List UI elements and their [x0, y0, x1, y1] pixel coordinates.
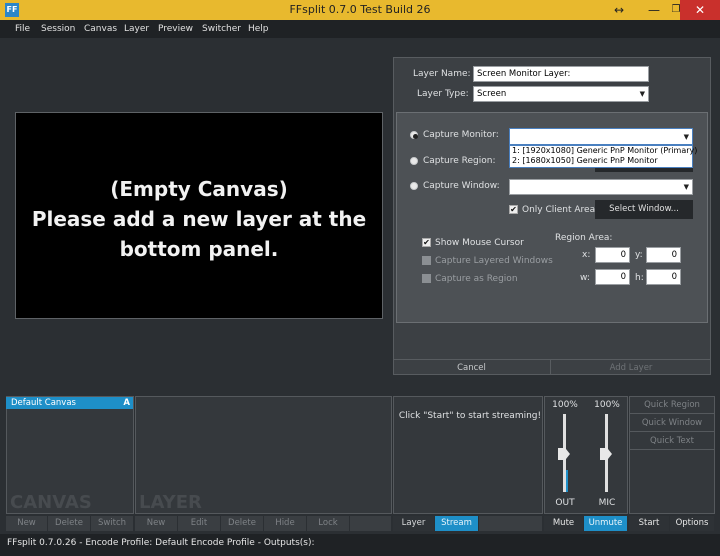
layer-panel-title: LAYER [139, 492, 202, 513]
menu-help[interactable]: Help [246, 20, 271, 38]
out-level-meter [566, 470, 568, 492]
capture-monitor-select[interactable]: ▼ [509, 128, 693, 145]
chevron-down-icon: ▼ [683, 183, 689, 191]
select-window-button[interactable]: Select Window... [595, 200, 693, 219]
region-w-input[interactable]: 0 [595, 269, 630, 285]
layer-type-value: Screen [477, 89, 507, 99]
options-button[interactable]: Options [670, 516, 715, 531]
region-h-input[interactable]: 0 [646, 269, 681, 285]
canvas-list-item[interactable]: Default Canvas A [6, 397, 133, 409]
canvas-switch-button[interactable]: Switch [91, 516, 134, 531]
capture-region-radio[interactable] [410, 157, 418, 165]
only-client-area-checkbox[interactable]: ✔ [509, 205, 518, 214]
capture-window-label: Capture Window: [423, 181, 500, 191]
stream-message: Click "Start" to start streaming! [398, 411, 542, 421]
stream-tab-filler [479, 516, 543, 531]
menu-bar: File Session Canvas Layer Preview Switch… [0, 20, 720, 38]
capture-window-radio[interactable] [410, 182, 418, 190]
show-mouse-cursor-checkbox[interactable]: ✔ [422, 238, 431, 247]
capture-region-label: Capture Region: [423, 156, 496, 166]
layer-name-label: Layer Name: [413, 69, 471, 79]
menu-preview[interactable]: Preview [156, 20, 195, 38]
start-button[interactable]: Start [629, 516, 670, 531]
layer-type-label: Layer Type: [417, 89, 469, 99]
capture-monitor-label: Capture Monitor: [423, 130, 499, 140]
region-w-label: w: [580, 273, 590, 283]
status-bar: FFsplit 0.7.0.26 - Encode Profile: Defau… [0, 534, 720, 556]
canvas-item-label: Default Canvas [11, 398, 76, 408]
unmute-button[interactable]: Unmute [584, 516, 628, 531]
chevron-down-icon: ▼ [683, 133, 689, 141]
mic-level-text: 100% [594, 400, 620, 410]
layer-lock-button[interactable]: Lock [307, 516, 350, 531]
quick-window-button[interactable]: Quick Window [629, 414, 715, 432]
close-button[interactable]: ✕ [680, 0, 720, 20]
capture-monitor-radio[interactable] [410, 131, 418, 139]
tab-layer[interactable]: Layer [393, 516, 435, 531]
canvas-item-badge: A [123, 398, 130, 408]
region-y-input[interactable]: 0 [646, 247, 681, 263]
layer-edit-button[interactable]: Edit [178, 516, 221, 531]
layer-delete-button[interactable]: Delete [221, 516, 264, 531]
canvas-new-button[interactable]: New [6, 516, 48, 531]
cancel-button[interactable]: Cancel [393, 359, 551, 375]
quick-text-button[interactable]: Quick Text [629, 432, 715, 450]
out-level-text: 100% [552, 400, 578, 410]
region-x-label: x: [582, 250, 591, 260]
resize-arrows-icon[interactable]: ↔ [602, 0, 636, 20]
add-layer-button[interactable]: Add Layer [551, 359, 711, 375]
monitor-option-2[interactable]: 2: [1680x1050] Generic PnP Monitor [512, 156, 692, 166]
capture-as-region-label: Capture as Region [435, 274, 518, 284]
canvas-panel-title: CANVAS [10, 492, 92, 513]
region-x-input[interactable]: 0 [595, 247, 630, 263]
region-y-label: y: [635, 250, 643, 260]
menu-layer[interactable]: Layer [122, 20, 151, 38]
show-mouse-cursor-label: Show Mouse Cursor [435, 238, 524, 248]
layer-hide-button[interactable]: Hide [264, 516, 307, 531]
tab-stream[interactable]: Stream [435, 516, 479, 531]
chevron-down-icon: ▼ [639, 90, 645, 98]
menu-switcher[interactable]: Switcher [200, 20, 243, 38]
capture-layered-windows-checkbox[interactable] [422, 256, 431, 265]
region-h-label: h: [635, 273, 644, 283]
canvas-delete-button[interactable]: Delete [48, 516, 91, 531]
monitor-dropdown-list: 1: [1920x1080] Generic PnP Monitor (Prim… [509, 145, 697, 168]
layer-name-input[interactable]: Screen Monitor Layer: [473, 66, 649, 82]
layer-new-button[interactable]: New [135, 516, 178, 531]
capture-as-region-checkbox[interactable] [422, 274, 431, 283]
layer-extra-button[interactable] [350, 516, 392, 531]
menu-file[interactable]: File [13, 20, 32, 38]
select-region-button[interactable] [595, 168, 693, 172]
audio-panel [544, 396, 628, 514]
monitor-option-1[interactable]: 1: [1920x1080] Generic PnP Monitor (Prim… [512, 146, 697, 156]
region-area-label: Region Area: [555, 233, 613, 243]
capture-window-select[interactable]: ▼ [509, 179, 693, 195]
empty-canvas-message: (Empty Canvas) Please add a new layer at… [31, 177, 367, 261]
out-label: OUT [555, 498, 575, 508]
layer-type-select[interactable]: Screen ▼ [473, 86, 649, 102]
mute-button[interactable]: Mute [544, 516, 584, 531]
capture-layered-windows-label: Capture Layered Windows [435, 256, 553, 266]
menu-canvas[interactable]: Canvas [82, 20, 119, 38]
menu-session[interactable]: Session [39, 20, 77, 38]
only-client-area-label: Only Client Area [522, 205, 596, 215]
mic-label: MIC [598, 498, 616, 508]
quick-region-button[interactable]: Quick Region [629, 396, 715, 414]
